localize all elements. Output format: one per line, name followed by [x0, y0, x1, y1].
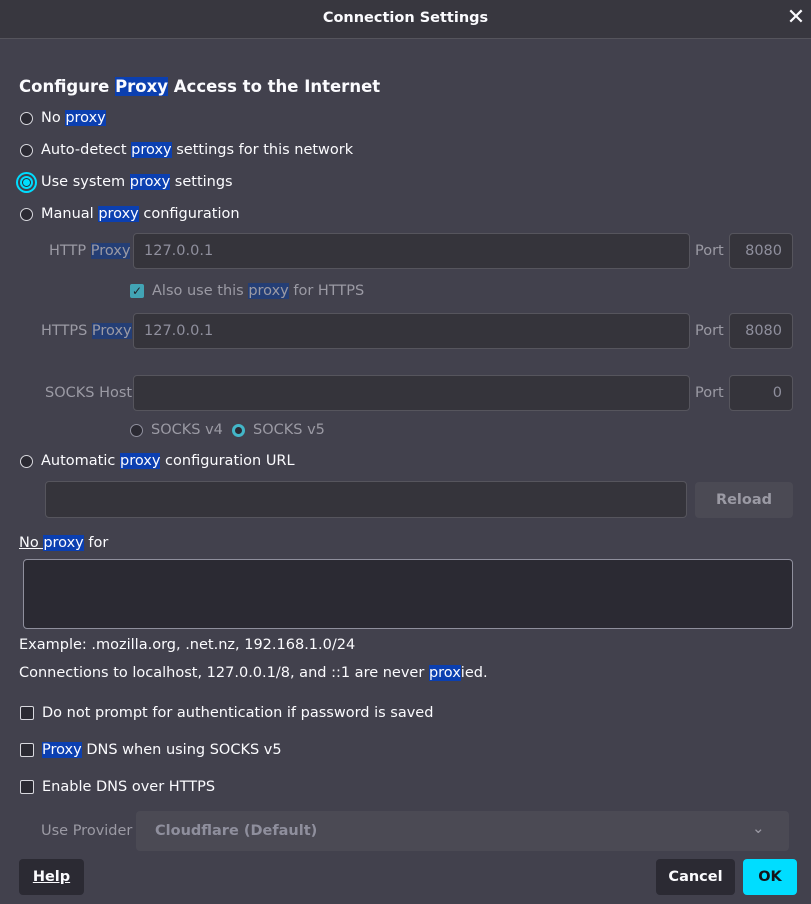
radio-manual-proxy[interactable]	[20, 207, 33, 221]
socks-v4-option[interactable]: SOCKS v4	[130, 422, 223, 438]
window-title: Connection Settings	[322, 10, 489, 26]
help-button[interactable]: Help	[19, 859, 84, 895]
http-port-label: Port	[695, 243, 724, 259]
doh-option[interactable]: Enable DNS over HTTPS	[20, 779, 215, 795]
socks-v5-option[interactable]: SOCKS v5	[232, 422, 325, 438]
also-https-label: Also use this proxy for HTTPS	[152, 283, 365, 299]
heading-pre: Configure	[19, 77, 116, 96]
example-text: Example: .mozilla.org, .net.nz, 192.168.…	[19, 637, 356, 653]
socks-port-label: Port	[695, 385, 724, 401]
also-https-option[interactable]: ✓ Also use this proxy for HTTPS	[130, 283, 364, 299]
option-auto-detect[interactable]: Auto-detect proxy settings for this netw…	[20, 142, 353, 158]
socks-port-input[interactable]: 0	[729, 375, 793, 411]
no-proxy-for-label: No proxy for	[19, 535, 109, 551]
https-port-label: Port	[695, 323, 724, 339]
option-system-proxy[interactable]: Use system proxy settings	[20, 174, 233, 190]
option-auto-url-label: Automatic proxy configuration URL	[41, 453, 295, 469]
proxy-dns-checkbox[interactable]	[20, 743, 34, 757]
no-prompt-checkbox[interactable]	[20, 706, 34, 720]
option-system-proxy-label: Use system proxy settings	[41, 174, 233, 190]
socks-host-input[interactable]	[133, 375, 690, 411]
option-auto-url[interactable]: Automatic proxy configuration URL	[20, 453, 295, 469]
proxy-dns-option[interactable]: Proxy DNS when using SOCKS v5	[20, 742, 282, 758]
socks-v5-label: SOCKS v5	[253, 422, 325, 438]
doh-checkbox[interactable]	[20, 780, 34, 794]
socks-host-label: SOCKS Host	[45, 385, 133, 401]
chevron-down-icon[interactable]: ⌄	[752, 819, 765, 837]
radio-socks-v4[interactable]	[130, 423, 143, 437]
option-auto-detect-label: Auto-detect proxy settings for this netw…	[41, 142, 354, 158]
https-proxy-label: HTTPS Proxy	[41, 323, 132, 339]
radio-auto-url[interactable]	[20, 454, 33, 468]
option-manual-proxy-label: Manual proxy configuration	[41, 206, 240, 222]
radio-auto-detect[interactable]	[20, 143, 33, 157]
provider-label: Use Provider	[41, 823, 133, 839]
ok-button[interactable]: OK	[743, 859, 797, 895]
heading-highlight: Proxy	[115, 77, 169, 96]
also-https-checkbox[interactable]: ✓	[130, 284, 144, 298]
cancel-button[interactable]: Cancel	[656, 859, 735, 895]
option-manual-proxy[interactable]: Manual proxy configuration	[20, 206, 240, 222]
no-proxy-for-textarea[interactable]	[23, 559, 793, 629]
socks-v4-label: SOCKS v4	[151, 422, 223, 438]
http-proxy-label: HTTP Proxy	[49, 243, 131, 259]
reload-button[interactable]: Reload	[695, 482, 793, 518]
heading-post: Access to the Internet	[168, 77, 381, 96]
https-proxy-input[interactable]: 127.0.0.1	[133, 313, 690, 349]
proxy-dns-label: Proxy DNS when using SOCKS v5	[42, 742, 282, 758]
radio-socks-v5[interactable]	[232, 423, 245, 437]
close-icon[interactable]: ✕	[785, 6, 807, 30]
no-prompt-option[interactable]: Do not prompt for authentication if pass…	[20, 705, 433, 721]
http-port-input[interactable]: 8080	[729, 233, 793, 269]
radio-no-proxy[interactable]	[20, 111, 33, 125]
option-no-proxy-label: No proxy	[41, 110, 106, 126]
auto-url-input[interactable]	[45, 481, 687, 518]
doh-label: Enable DNS over HTTPS	[42, 779, 216, 795]
radio-system-proxy[interactable]	[20, 175, 33, 189]
localhost-note: Connections to localhost, 127.0.0.1/8, a…	[19, 665, 488, 681]
option-no-proxy[interactable]: No proxy	[20, 110, 106, 126]
https-port-input[interactable]: 8080	[729, 313, 793, 349]
no-prompt-label: Do not prompt for authentication if pass…	[42, 705, 434, 721]
provider-value: Cloudflare (Default)	[155, 823, 318, 839]
provider-select[interactable]: Cloudflare (Default)	[136, 811, 789, 851]
section-heading: Configure Proxy Access to the Internet	[19, 77, 380, 96]
http-proxy-input[interactable]: 127.0.0.1	[133, 233, 690, 269]
